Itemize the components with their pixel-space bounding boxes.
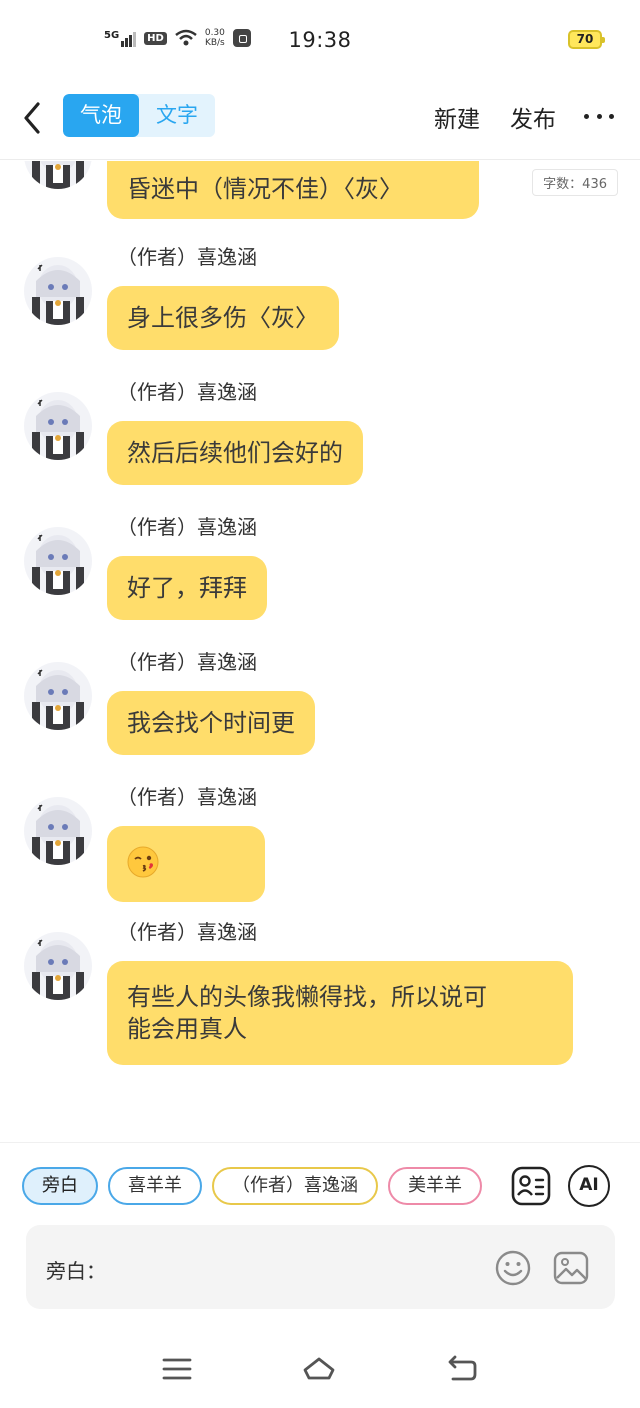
speaker-label: 旁白： <box>46 1259 106 1283</box>
battery-icon: 70 <box>568 30 605 49</box>
chip-narration[interactable]: 旁白 <box>22 1167 98 1205</box>
word-count-badge: 字数：436 <box>532 169 618 196</box>
message-text: 能会用真人 <box>127 1015 247 1043</box>
author-name: （作者）喜逸涵 <box>117 785 257 809</box>
home-icon[interactable] <box>302 1354 336 1384</box>
avatar[interactable] <box>24 392 92 460</box>
chat-list[interactable]: 字数：436 昏迷中（情况不佳）〈灰〉 （作者）喜逸涵 身上很多伤〈灰〉 （作者… <box>0 161 640 1141</box>
message-bubble[interactable]: 身上很多伤〈灰〉 <box>107 286 339 350</box>
author-name: （作者）喜逸涵 <box>117 245 257 269</box>
message-text: 有些人的头像我懒得找，所以说可 <box>127 983 487 1011</box>
publish-button[interactable]: 发布 <box>510 100 556 134</box>
message-input[interactable] <box>106 1247 486 1287</box>
author-name: （作者）喜逸涵 <box>117 380 257 404</box>
message-text: 我会找个时间更 <box>127 709 295 737</box>
character-selector: 旁白 喜羊羊 （作者）喜逸涵 美羊羊 <box>22 1167 492 1207</box>
message-bubble[interactable]: 然后后续他们会好的 <box>107 421 363 485</box>
message-bubble[interactable]: 有些人的头像我懒得找，所以说可 能会用真人 <box>107 961 573 1065</box>
top-bar: 气泡 文字 新建 发布 <box>0 80 640 160</box>
message-text: 然后后续他们会好的 <box>127 439 343 467</box>
message-text: 好了，拜拜 <box>127 574 247 602</box>
author-name: （作者）喜逸涵 <box>117 650 257 674</box>
avatar[interactable] <box>24 161 92 189</box>
chip-character[interactable]: 美羊羊 <box>388 1167 482 1205</box>
chip-author[interactable]: （作者）喜逸涵 <box>212 1167 378 1205</box>
emoji-icon[interactable] <box>494 1249 532 1287</box>
chip-character[interactable]: 喜羊羊 <box>108 1167 202 1205</box>
tab-text[interactable]: 文字 <box>139 94 215 137</box>
clock: 19:38 <box>288 28 352 52</box>
avatar[interactable] <box>24 932 92 1000</box>
back-nav-icon[interactable] <box>445 1354 479 1384</box>
author-name: （作者）喜逸涵 <box>117 920 257 944</box>
message-bubble[interactable]: 我会找个时间更 <box>107 691 315 755</box>
new-button[interactable]: 新建 <box>434 100 480 134</box>
author-name: （作者）喜逸涵 <box>117 515 257 539</box>
avatar[interactable] <box>24 257 92 325</box>
character-card-icon[interactable] <box>510 1165 552 1207</box>
status-bar: 5G HD 0.30 KB/s 19:38 70 <box>0 0 640 80</box>
back-icon[interactable] <box>18 98 48 138</box>
view-mode-toggle: 气泡 文字 <box>63 94 215 137</box>
message-bubble[interactable]: 好了，拜拜 <box>107 556 267 620</box>
menu-icon[interactable] <box>160 1354 194 1384</box>
tab-bubble[interactable]: 气泡 <box>63 94 139 137</box>
avatar[interactable] <box>24 662 92 730</box>
avatar[interactable] <box>24 527 92 595</box>
system-nav-bar <box>0 1332 640 1408</box>
message-bubble[interactable]: 昏迷中（情况不佳）〈灰〉 <box>107 161 479 219</box>
image-icon[interactable] <box>552 1249 590 1287</box>
input-panel: 旁白 喜羊羊 （作者）喜逸涵 美羊羊 AI 旁白： <box>0 1142 640 1332</box>
message-bubble[interactable] <box>107 826 265 902</box>
kissing-wink-emoji-icon <box>127 846 159 878</box>
more-icon[interactable] <box>584 110 614 122</box>
message-text: 身上很多伤〈灰〉 <box>127 304 319 332</box>
ai-icon[interactable]: AI <box>568 1165 610 1207</box>
avatar[interactable] <box>24 797 92 865</box>
message-input-box: 旁白： <box>26 1225 615 1309</box>
message-text: 昏迷中（情况不佳）〈灰〉 <box>127 175 403 203</box>
